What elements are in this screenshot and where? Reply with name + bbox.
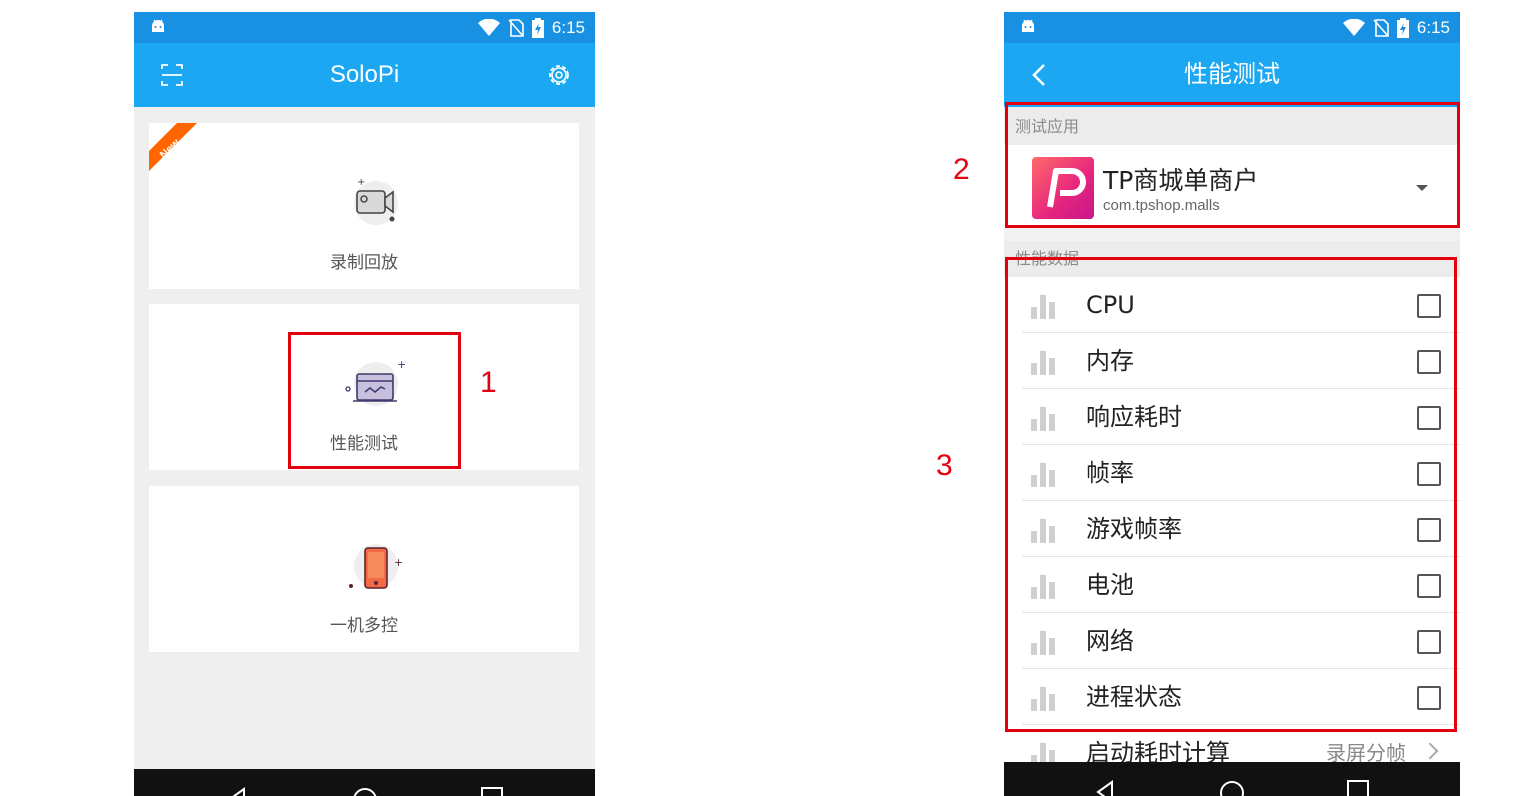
record-replay-card[interactable]: New + 录制回放 — [149, 123, 579, 289]
wifi-icon — [1342, 19, 1365, 36]
home-nav-icon[interactable] — [352, 787, 378, 796]
status-bar: 6:15 — [1004, 12, 1460, 43]
battery-charging-icon — [531, 18, 544, 38]
no-sim-icon — [1373, 19, 1389, 37]
video-camera-icon: + — [354, 177, 398, 225]
no-sim-icon — [508, 19, 524, 37]
battery-charging-icon — [1396, 18, 1409, 38]
wifi-icon — [477, 19, 500, 36]
back-nav-icon[interactable] — [1094, 780, 1118, 796]
highlight-box-1 — [288, 332, 461, 469]
status-bar: 6:15 — [134, 12, 595, 43]
annotation-2: 2 — [953, 153, 970, 186]
clock: 6:15 — [1416, 18, 1450, 37]
annotation-1: 1 — [480, 366, 497, 399]
phone-multi-control-icon: + — [349, 544, 403, 589]
highlight-box-2 — [1005, 102, 1460, 228]
annotation-3: 3 — [936, 449, 953, 482]
card-label: 录制回放 — [330, 253, 398, 273]
page-title: 性能测试 — [1184, 61, 1280, 88]
svg-text:+: + — [357, 177, 365, 188]
svg-text:+: + — [394, 556, 403, 569]
app-title: SoloPi — [329, 61, 400, 88]
back-nav-icon[interactable] — [226, 787, 250, 796]
recents-nav-icon[interactable] — [481, 787, 503, 796]
clock: 6:15 — [551, 18, 585, 37]
settings-gear-icon[interactable] — [543, 59, 575, 91]
recents-nav-icon[interactable] — [1347, 780, 1369, 796]
app-bar: SoloPi — [134, 43, 595, 107]
highlight-box-3 — [1005, 257, 1457, 732]
android-debug-icon — [152, 19, 164, 32]
android-debug-icon — [1022, 19, 1034, 32]
system-nav-bar — [134, 769, 595, 796]
new-badge: New — [149, 123, 197, 171]
card-label: 一机多控 — [330, 616, 398, 636]
app-bar: 性能测试 — [1004, 43, 1460, 107]
system-nav-bar — [1004, 762, 1460, 796]
multi-device-control-card[interactable]: + 一机多控 — [149, 486, 579, 652]
home-nav-icon[interactable] — [1219, 780, 1245, 796]
chevron-right-icon — [1421, 742, 1439, 760]
